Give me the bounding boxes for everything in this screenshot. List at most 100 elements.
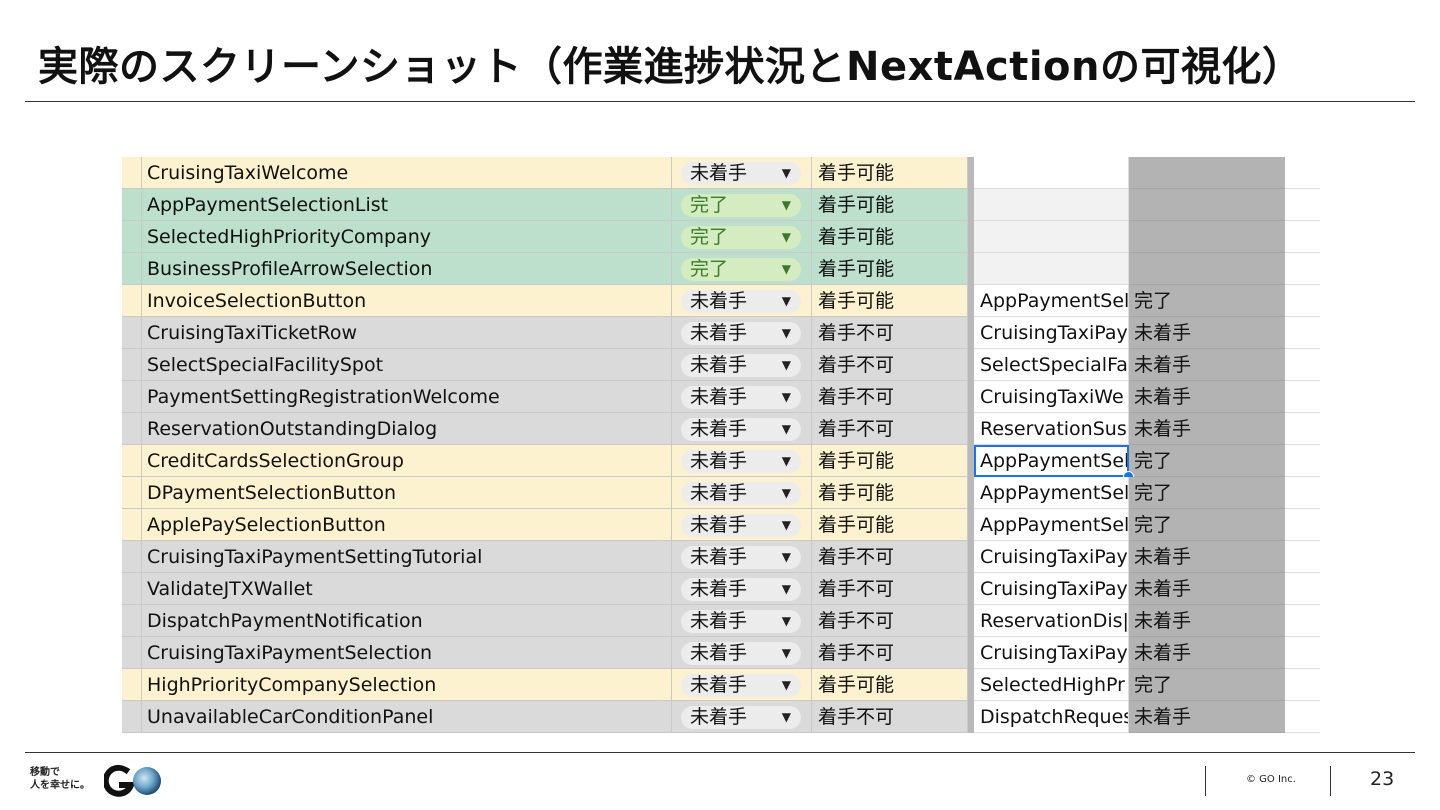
- status-cell[interactable]: 未着手 ▼: [672, 381, 812, 413]
- table-row[interactable]: CreditCardsSelectionGroup 未着手 ▼ 着手可能 AppPaym…: [122, 445, 1320, 477]
- status-dropdown[interactable]: 未着手 ▼: [681, 610, 801, 633]
- empty-cell[interactable]: [1285, 253, 1320, 285]
- dependency-status-cell[interactable]: 完了: [1129, 669, 1285, 701]
- empty-cell[interactable]: [1285, 221, 1320, 253]
- status-cell[interactable]: 完了 ▼: [672, 253, 812, 285]
- status-cell[interactable]: 未着手 ▼: [672, 349, 812, 381]
- dependency-status-cell[interactable]: 完了: [1129, 445, 1285, 477]
- availability-cell[interactable]: 着手可能: [812, 253, 968, 285]
- empty-cell[interactable]: [1285, 317, 1320, 349]
- row-header-cell[interactable]: [122, 253, 142, 285]
- status-cell[interactable]: 未着手 ▼: [672, 317, 812, 349]
- empty-cell[interactable]: [1285, 477, 1320, 509]
- table-row[interactable]: InvoiceSelectionButton 未着手 ▼ 着手可能 AppPayment…: [122, 285, 1320, 317]
- dependency-status-cell[interactable]: 未着手: [1129, 605, 1285, 637]
- dependency-status-cell[interactable]: [1129, 157, 1285, 189]
- table-row[interactable]: AppPaymentSelectionList 完了 ▼ 着手可能: [122, 189, 1320, 221]
- dependency-cell[interactable]: AppPaymentSel: [974, 445, 1129, 477]
- row-header-cell[interactable]: [122, 637, 142, 669]
- screen-name-cell[interactable]: UnavailableCarConditionPanel: [142, 701, 672, 733]
- screen-name-cell[interactable]: CruisingTaxiWelcome: [142, 157, 672, 189]
- screen-name-cell[interactable]: DispatchPaymentNotification: [142, 605, 672, 637]
- empty-cell[interactable]: [1285, 669, 1320, 701]
- screen-name-cell[interactable]: CruisingTaxiPaymentSettingTutorial: [142, 541, 672, 573]
- table-row[interactable]: UnavailableCarConditionPanel 未着手 ▼ 着手不可 Disp…: [122, 701, 1320, 733]
- table-row[interactable]: ReservationOutstandingDialog 未着手 ▼ 着手不可 Rese…: [122, 413, 1320, 445]
- table-row[interactable]: ValidateJTXWallet 未着手 ▼ 着手不可 CruisingTaxiPay…: [122, 573, 1320, 605]
- status-dropdown[interactable]: 未着手 ▼: [681, 514, 801, 537]
- dependency-status-cell[interactable]: 未着手: [1129, 381, 1285, 413]
- dependency-status-cell[interactable]: 未着手: [1129, 317, 1285, 349]
- availability-cell[interactable]: 着手不可: [812, 317, 968, 349]
- dependency-status-cell[interactable]: [1129, 253, 1285, 285]
- dependency-cell[interactable]: [974, 253, 1129, 285]
- status-dropdown[interactable]: 未着手 ▼: [681, 578, 801, 601]
- row-header-cell[interactable]: [122, 189, 142, 221]
- table-row[interactable]: SelectedHighPriorityCompany 完了 ▼ 着手可能: [122, 221, 1320, 253]
- empty-cell[interactable]: [1285, 541, 1320, 573]
- screen-name-cell[interactable]: HighPriorityCompanySelection: [142, 669, 672, 701]
- status-dropdown[interactable]: 完了 ▼: [681, 258, 801, 281]
- status-cell[interactable]: 完了 ▼: [672, 221, 812, 253]
- availability-cell[interactable]: 着手不可: [812, 701, 968, 733]
- status-cell[interactable]: 未着手 ▼: [672, 157, 812, 189]
- empty-cell[interactable]: [1285, 349, 1320, 381]
- availability-cell[interactable]: 着手不可: [812, 413, 968, 445]
- dependency-cell[interactable]: CruisingTaxiPay: [974, 541, 1129, 573]
- dependency-status-cell[interactable]: 未着手: [1129, 573, 1285, 605]
- dependency-cell[interactable]: CruisingTaxiPay: [974, 317, 1129, 349]
- screen-name-cell[interactable]: PaymentSettingRegistrationWelcome: [142, 381, 672, 413]
- screen-name-cell[interactable]: ValidateJTXWallet: [142, 573, 672, 605]
- dependency-cell[interactable]: SelectedHighPr: [974, 669, 1129, 701]
- dependency-cell[interactable]: [974, 221, 1129, 253]
- row-header-cell[interactable]: [122, 509, 142, 541]
- status-dropdown[interactable]: 未着手 ▼: [681, 162, 801, 185]
- dependency-cell[interactable]: CruisingTaxiWe: [974, 381, 1129, 413]
- table-row[interactable]: CruisingTaxiPaymentSelection 未着手 ▼ 着手不可 Crui…: [122, 637, 1320, 669]
- status-dropdown[interactable]: 未着手 ▼: [681, 674, 801, 697]
- screen-name-cell[interactable]: CruisingTaxiTicketRow: [142, 317, 672, 349]
- availability-cell[interactable]: 着手不可: [812, 605, 968, 637]
- status-cell[interactable]: 未着手 ▼: [672, 477, 812, 509]
- empty-cell[interactable]: [1285, 573, 1320, 605]
- status-dropdown[interactable]: 未着手 ▼: [681, 322, 801, 345]
- status-dropdown[interactable]: 未着手 ▼: [681, 642, 801, 665]
- dependency-cell[interactable]: AppPaymentSel: [974, 477, 1129, 509]
- dependency-status-cell[interactable]: 未着手: [1129, 637, 1285, 669]
- spreadsheet[interactable]: CruisingTaxiWelcome 未着手 ▼ 着手可能 AppPaymentSel…: [122, 155, 1320, 735]
- screen-name-cell[interactable]: SelectSpecialFacilitySpot: [142, 349, 672, 381]
- screen-name-cell[interactable]: ApplePaySelectionButton: [142, 509, 672, 541]
- availability-cell[interactable]: 着手不可: [812, 637, 968, 669]
- table-row[interactable]: PaymentSettingRegistrationWelcome 未着手 ▼ 着手不…: [122, 381, 1320, 413]
- dependency-cell[interactable]: CruisingTaxiPay: [974, 637, 1129, 669]
- empty-cell[interactable]: [1285, 605, 1320, 637]
- status-dropdown[interactable]: 未着手 ▼: [681, 706, 801, 729]
- row-header-cell[interactable]: [122, 477, 142, 509]
- empty-cell[interactable]: [1285, 413, 1320, 445]
- availability-cell[interactable]: 着手可能: [812, 669, 968, 701]
- dependency-status-cell[interactable]: 未着手: [1129, 701, 1285, 733]
- status-cell[interactable]: 未着手 ▼: [672, 701, 812, 733]
- row-header-cell[interactable]: [122, 413, 142, 445]
- empty-cell[interactable]: [1285, 189, 1320, 221]
- empty-cell[interactable]: [1285, 701, 1320, 733]
- row-header-cell[interactable]: [122, 541, 142, 573]
- dependency-cell[interactable]: ReservationSus: [974, 413, 1129, 445]
- status-dropdown[interactable]: 未着手 ▼: [681, 418, 801, 441]
- screen-name-cell[interactable]: DPaymentSelectionButton: [142, 477, 672, 509]
- dependency-status-cell[interactable]: [1129, 221, 1285, 253]
- screen-name-cell[interactable]: CruisingTaxiPaymentSelection: [142, 637, 672, 669]
- row-header-cell[interactable]: [122, 445, 142, 477]
- screen-name-cell[interactable]: BusinessProfileArrowSelection: [142, 253, 672, 285]
- row-header-cell[interactable]: [122, 221, 142, 253]
- status-dropdown[interactable]: 完了 ▼: [681, 194, 801, 217]
- dependency-status-cell[interactable]: 未着手: [1129, 413, 1285, 445]
- status-dropdown[interactable]: 未着手 ▼: [681, 482, 801, 505]
- availability-cell[interactable]: 着手可能: [812, 509, 968, 541]
- status-cell[interactable]: 未着手 ▼: [672, 637, 812, 669]
- empty-cell[interactable]: [1285, 445, 1320, 477]
- status-cell[interactable]: 未着手 ▼: [672, 413, 812, 445]
- status-cell[interactable]: 未着手 ▼: [672, 509, 812, 541]
- availability-cell[interactable]: 着手可能: [812, 157, 968, 189]
- availability-cell[interactable]: 着手可能: [812, 445, 968, 477]
